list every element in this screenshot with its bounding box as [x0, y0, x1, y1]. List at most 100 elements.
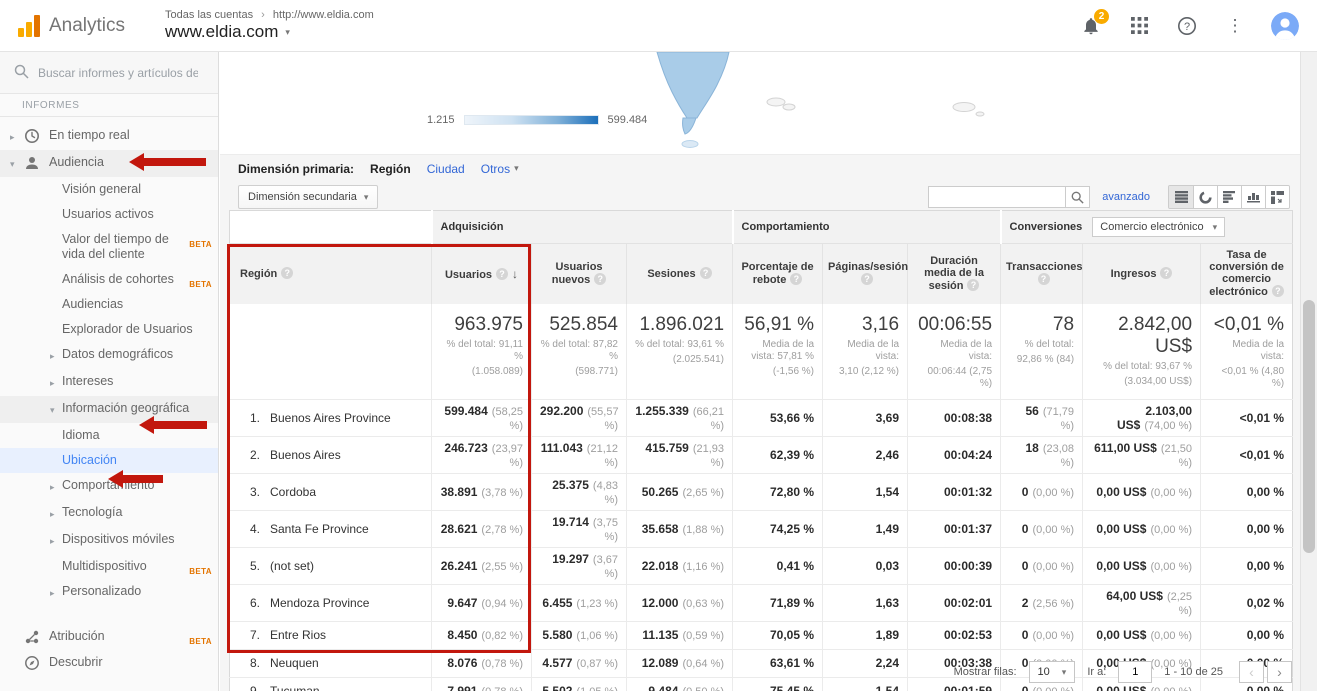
metric-value: 292.200 — [540, 404, 583, 418]
metric-value: 0,41 % — [777, 559, 814, 573]
sidebar-item-idioma[interactable]: Idioma — [0, 423, 218, 448]
sidebar-item-ubicacion[interactable]: Ubicación — [0, 448, 218, 473]
table-search-input[interactable] — [928, 186, 1066, 208]
region-link[interactable]: Entre Rios — [270, 628, 326, 642]
region-link[interactable]: Buenos Aires — [270, 448, 341, 462]
performance-icon[interactable] — [1217, 186, 1241, 208]
analytics-logo-icon[interactable] — [18, 15, 40, 37]
column-header-duracion-media-de-la-sesion[interactable]: Duración media de la sesión? — [908, 244, 1001, 304]
data-table-icon[interactable] — [1169, 186, 1193, 208]
column-header-tasa-de-conversion-de-comercio-electronico[interactable]: Tasa de conversión de comercio electróni… — [1201, 244, 1293, 304]
column-header-sesiones[interactable]: Sesiones? — [627, 244, 733, 304]
metric-value: 5.580 — [542, 628, 572, 642]
metric-cell: 611,00 US$(21,50 %) — [1083, 436, 1201, 473]
sidebar-item-atribucion[interactable]: AtribuciónBETA — [0, 624, 218, 650]
pivot-icon[interactable] — [1265, 186, 1289, 208]
metric-percent: (0,63 %) — [682, 598, 724, 610]
sidebar-item-multidispositivo[interactable]: MultidispositivoBETA — [0, 554, 218, 579]
metric-cell: 9.647(0,94 %) — [432, 584, 532, 621]
metric-value: 00:01:32 — [944, 485, 992, 499]
sidebar-item-tecnologia[interactable]: ▸Tecnología — [0, 500, 218, 527]
column-header-region[interactable]: Región? — [230, 244, 432, 304]
primary-dimension-row: Dimensión primaria: Región Ciudad Otros … — [220, 155, 1300, 182]
rows-per-page-select[interactable]: 10 ▾ — [1029, 661, 1076, 683]
metric-percent: (74,00 %) — [1144, 420, 1192, 432]
sidebar-item-audiencias[interactable]: Audiencias — [0, 292, 218, 317]
region-link[interactable]: (not set) — [270, 559, 314, 573]
sidebar-item-valor-del-tiempo-de-vida-del-cliente[interactable]: Valor del tiempo de vida del clienteBETA — [0, 227, 218, 267]
sidebar-item-dispositivos-moviles[interactable]: ▸Dispositivos móviles — [0, 527, 218, 554]
table-row: 1.Buenos Aires Province599.484(58,25 %)2… — [230, 399, 1293, 436]
apps-grid-icon[interactable] — [1127, 14, 1151, 38]
notifications-icon[interactable]: 2 — [1079, 14, 1103, 38]
metric-value: 0 — [1022, 485, 1029, 499]
geo-map[interactable]: 1.215 599.484 — [220, 52, 1300, 155]
sidebar-item-personalizado[interactable]: ▸Personalizado — [0, 579, 218, 606]
sidebar-item-informacion-geografica[interactable]: ▾Información geográfica — [0, 396, 218, 423]
sidebar-item-audiencia[interactable]: ▾Audiencia — [0, 150, 218, 177]
sidebar-item-intereses[interactable]: ▸Intereses — [0, 369, 218, 396]
summary-subtext: Media de la vista: — [1209, 339, 1284, 363]
sidebar-item-en-tiempo-real[interactable]: ▸En tiempo real — [0, 123, 218, 150]
metric-cell: 70,05 % — [733, 621, 823, 649]
sidebar-item-usuarios-activos[interactable]: Usuarios activos — [0, 202, 218, 227]
dimension-option-otros[interactable]: Otros ▾ — [481, 162, 519, 176]
overflow-menu-icon[interactable]: ⋮ — [1223, 14, 1247, 38]
summary-subtext: % del total: 93,67 % — [1091, 361, 1192, 373]
column-header-ingresos[interactable]: Ingresos? — [1083, 244, 1201, 304]
search-input[interactable] — [38, 66, 198, 80]
breadcrumb-accounts[interactable]: Todas las cuentas — [165, 9, 253, 21]
summary-metric-cell: 525.854% del total: 87,82 %(598.771) — [532, 304, 627, 400]
ecommerce-selector[interactable]: Comercio electrónico▾ — [1092, 217, 1225, 237]
region-link[interactable]: Mendoza Province — [270, 596, 369, 610]
region-link[interactable]: Santa Fe Province — [270, 522, 369, 536]
sidebar-item-comportamiento[interactable]: ▸Comportamiento — [0, 473, 218, 500]
row-rank: 5. — [238, 559, 260, 573]
account-selector[interactable]: www.eldia.com ▾ — [165, 22, 374, 42]
goto-page-input[interactable] — [1118, 661, 1152, 683]
vertical-scrollbar[interactable] — [1300, 52, 1317, 691]
region-link[interactable]: Buenos Aires Province — [270, 411, 391, 425]
column-header-paginas-sesion[interactable]: Páginas/sesión? — [823, 244, 908, 304]
sidebar-search[interactable] — [0, 52, 218, 94]
column-header-transacciones[interactable]: Transacciones? — [1001, 244, 1083, 304]
comparison-icon[interactable] — [1241, 186, 1265, 208]
sidebar-item-explorador-de-usuarios[interactable]: Explorador de Usuarios — [0, 317, 218, 342]
table-body: 963.975% del total: 91,11 %(1.058.089)52… — [230, 304, 1293, 691]
metric-percent: (21,12 %) — [587, 443, 618, 469]
region-link[interactable]: Cordoba — [270, 485, 316, 499]
sidebar-item-vision-general[interactable]: Visión general — [0, 177, 218, 202]
next-page-button[interactable]: › — [1267, 661, 1292, 683]
advanced-link[interactable]: avanzado — [1102, 191, 1150, 203]
avatar[interactable] — [1271, 12, 1299, 40]
column-header-usuarios-nuevos[interactable]: Usuarios nuevos? — [532, 244, 627, 304]
table-search-button[interactable] — [1066, 186, 1090, 208]
breadcrumb-property[interactable]: http://www.eldia.com — [273, 9, 374, 21]
summary-subtext: 92,86 % (84) — [1009, 354, 1074, 366]
metric-cell: 35.658(1,88 %) — [627, 510, 733, 547]
chevron-right-icon: ▸ — [50, 586, 62, 601]
sidebar-item-descubrir[interactable]: Descubrir — [0, 650, 218, 676]
help-icon: ? — [700, 267, 712, 279]
metric-value: 1,89 — [876, 628, 899, 642]
scrollbar-thumb[interactable] — [1303, 300, 1315, 553]
chevron-down-icon: ▾ — [1213, 222, 1218, 233]
prev-page-button[interactable]: ‹ — [1239, 661, 1264, 683]
help-icon[interactable]: ? — [1175, 14, 1199, 38]
column-header-porcentaje-de-rebote[interactable]: Porcentaje de rebote? — [733, 244, 823, 304]
summary-subtext: Media de la vista: — [916, 339, 992, 363]
dimension-option-region[interactable]: Región — [370, 162, 411, 176]
metric-cell: 28.621(2,78 %) — [432, 510, 532, 547]
summary-metric-cell: 3,16Media de la vista:3,10 (2,12 %) — [823, 304, 908, 400]
sidebar-item-datos-demograficos[interactable]: ▸Datos demográficos — [0, 342, 218, 369]
summary-metric-cell: 1.896.021% del total: 93,61 %(2.025.541) — [627, 304, 733, 400]
metric-value: 00:02:53 — [944, 628, 992, 642]
metric-cell: 415.759(21,93 %) — [627, 436, 733, 473]
metric-cell: 12.000(0,63 %) — [627, 584, 733, 621]
breadcrumb-separator: › — [261, 9, 265, 21]
percentage-icon[interactable] — [1193, 186, 1217, 208]
column-header-usuarios[interactable]: Usuarios?↓ — [432, 244, 532, 304]
sidebar-item-analisis-de-cohortes[interactable]: Análisis de cohortesBETA — [0, 267, 218, 292]
dimension-option-ciudad[interactable]: Ciudad — [427, 162, 465, 176]
secondary-dimension-button[interactable]: Dimensión secundaria ▾ — [238, 185, 378, 209]
